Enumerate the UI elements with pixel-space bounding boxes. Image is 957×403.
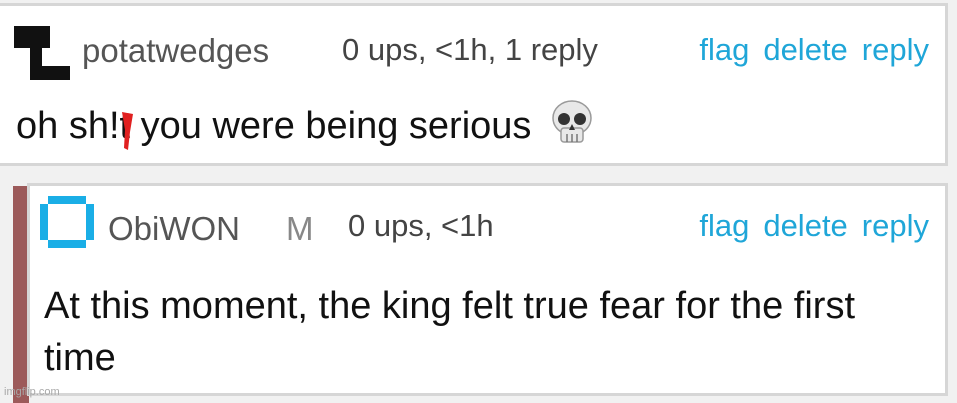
comment-header: potatwedges 0 ups, <1h, 1 reply flag del…	[0, 6, 945, 86]
username[interactable]: ObiWON	[108, 210, 240, 248]
reply-link[interactable]: reply	[862, 32, 929, 68]
comment-actions: flag delete reply	[699, 32, 929, 68]
delete-link[interactable]: delete	[763, 208, 847, 244]
red-censor-mark	[122, 112, 133, 150]
user-avatar[interactable]	[38, 196, 96, 248]
comment-text: oh sh!t you were being serious	[16, 105, 532, 147]
skull-emoji-icon	[552, 100, 593, 143]
flag-link[interactable]: flag	[699, 32, 749, 68]
imgflip-watermark: imgflip.com	[4, 386, 60, 398]
comment-meta: 0 ups, <1h	[348, 208, 494, 243]
reply-link[interactable]: reply	[862, 208, 929, 244]
comment-header: ObiWON M 0 ups, <1h flag delete reply	[30, 186, 945, 266]
mod-badge: M	[286, 210, 314, 247]
comment-obiwon: ObiWON M 0 ups, <1h flag delete reply At…	[27, 183, 948, 396]
delete-link[interactable]: delete	[763, 32, 847, 68]
comment-meta: 0 ups, <1h, 1 reply	[342, 32, 598, 67]
user-avatar[interactable]	[14, 26, 70, 80]
username[interactable]: potatwedges	[82, 32, 269, 70]
comment-actions: flag delete reply	[699, 208, 929, 244]
comment-text: At this moment, the king felt true fear …	[44, 285, 856, 379]
flag-link[interactable]: flag	[699, 208, 749, 244]
comment-potatwedges: potatwedges 0 ups, <1h, 1 reply flag del…	[0, 3, 948, 166]
comment-body: oh sh!t you were being serious	[16, 100, 595, 152]
